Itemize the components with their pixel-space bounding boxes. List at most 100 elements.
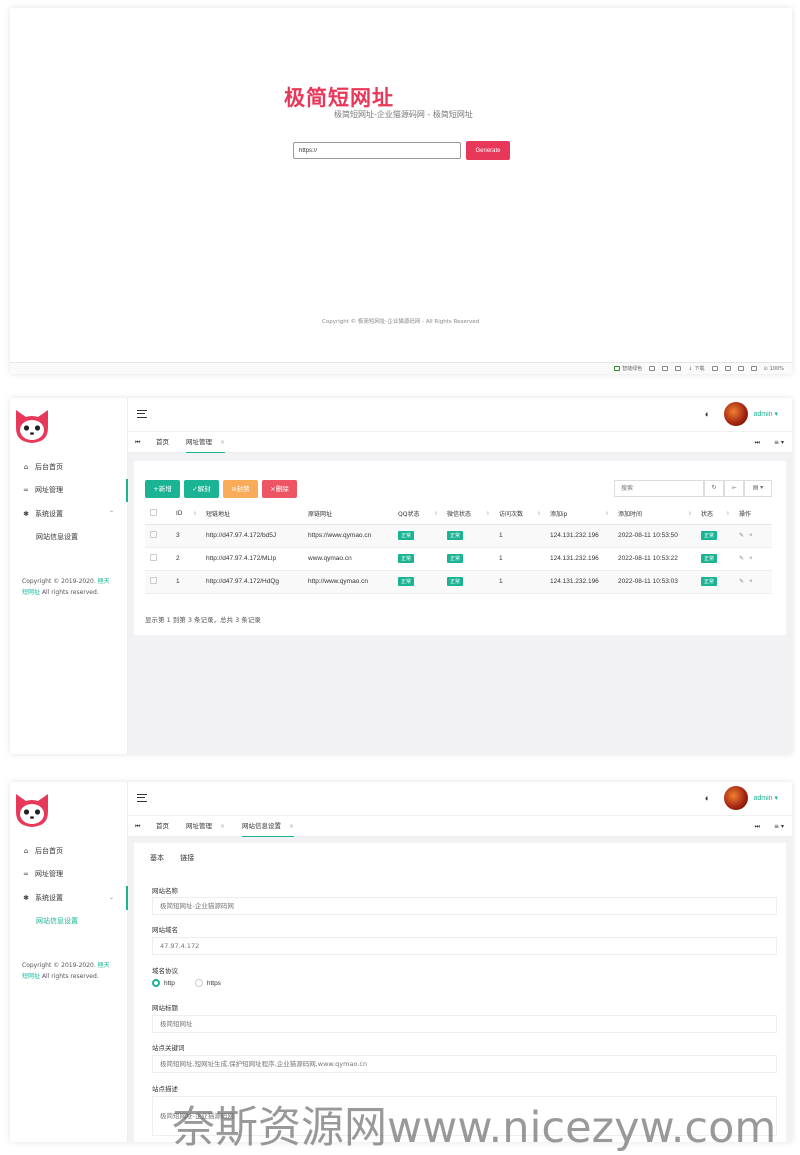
chat-icon[interactable] (662, 366, 669, 371)
edit-icon[interactable]: ✎ (739, 555, 744, 562)
col-id[interactable]: ID ⇕ (171, 504, 201, 525)
origin-link[interactable]: http://www.qymao.cn (303, 570, 393, 594)
edit-icon[interactable]: ✎ (739, 578, 744, 585)
sidebar-item-home[interactable]: ⌂ 后台首页 (10, 839, 128, 863)
copyright-link-2[interactable]: 短网址 (22, 973, 40, 980)
short-link[interactable]: http://d47.97.4.172/HdQg (201, 570, 303, 594)
columns-icon[interactable]: ▤ ▾ (744, 480, 772, 497)
sidebar-item-url-manage[interactable]: ∞ 网址管理 (10, 478, 128, 503)
site-title-field[interactable] (152, 1015, 777, 1033)
refresh-icon[interactable]: ↻ (704, 480, 724, 497)
row-checkbox[interactable] (145, 524, 171, 548)
search-input[interactable] (614, 480, 704, 497)
tab-home[interactable]: 首页 (156, 816, 169, 837)
copyright-link[interactable]: 極天 (98, 962, 110, 969)
sidebar-item-site-settings[interactable]: 网站信息设置 (10, 526, 128, 550)
sidebar-item-settings[interactable]: ✱ 系统设置 ⌃ (10, 502, 128, 526)
copyright-link[interactable]: 極天 (98, 578, 110, 585)
tab-url-manage[interactable]: 网址管理 × (186, 432, 226, 453)
palette-icon[interactable]: ◐ (705, 793, 710, 803)
short-link[interactable]: http://d47.97.4.172/bd5J (201, 524, 303, 548)
admin-user-menu[interactable]: admin ▾ (753, 794, 778, 802)
radio-http[interactable] (152, 979, 160, 987)
landing-copyright: Copyright © 极简短网址-企业猫源码网 - All Rights Re… (322, 319, 480, 325)
site-name-label: 网站名称 (152, 887, 178, 895)
description-label: 站点描述 (152, 1085, 178, 1093)
sidebar-item-home[interactable]: ⌂ 后台首页 (10, 455, 128, 479)
origin-link[interactable]: www.qymao.cn (303, 547, 393, 571)
avatar[interactable] (724, 786, 748, 810)
gear-icon: ✱ (23, 893, 29, 902)
col-ip[interactable]: 添加ip ⇕ (545, 504, 613, 525)
col-visits[interactable]: 访问次数 ⇕ (494, 504, 545, 525)
edit-icon[interactable]: ✎ (739, 532, 744, 539)
col-qq[interactable]: QQ状态 ⇕ (393, 504, 442, 525)
statusbar-smart-green[interactable]: 智能绿色 (614, 365, 642, 372)
copyright-link-2[interactable]: 短网址 (22, 589, 40, 596)
unban-button[interactable]: ✓解封 (184, 480, 219, 498)
tools-icon[interactable] (675, 366, 682, 371)
domain-field[interactable] (152, 937, 777, 955)
short-link[interactable]: http://d47.97.4.172/MLlp (201, 547, 303, 571)
tab-menu-icon[interactable]: ≡ ▾ (774, 816, 784, 837)
toggle-view-icon[interactable]: ⟜ (724, 480, 744, 497)
status-badge: 正常 (398, 577, 415, 586)
tab-next-icon[interactable]: ⏭ (755, 432, 760, 453)
lock-icon[interactable] (724, 366, 731, 371)
sidebar-nav: ⌂ 后台首页 ∞ 网址管理 ✱ 系统设置 ⌄ 网站信息设置 (10, 839, 128, 933)
table-row[interactable]: 2 http://d47.97.4.172/MLlp www.qymao.cn … (145, 547, 772, 571)
watermark: 奈斯资源网www.nicezyw.com (172, 1103, 777, 1153)
sidebar-item-url-manage[interactable]: ∞ 网址管理 (10, 863, 128, 887)
tab-prev-icon[interactable]: ⏮ (135, 816, 140, 837)
ban-button[interactable]: ⊘封禁 (223, 480, 258, 498)
avatar[interactable] (724, 402, 748, 426)
radio-https[interactable] (194, 979, 203, 987)
tab-site-settings[interactable]: 网站信息设置 × (242, 816, 295, 837)
status-badge: 正常 (701, 554, 718, 563)
delete-icon[interactable]: × (749, 533, 753, 539)
palette-icon[interactable]: ◐ (705, 409, 710, 419)
add-button[interactable]: +新增 (145, 480, 180, 498)
col-wx[interactable]: 微信状态 ⇕ (442, 504, 494, 525)
generate-button[interactable]: Generate (466, 141, 510, 160)
form-tabs: 基本 链接 (150, 853, 208, 863)
form-tab-links[interactable]: 链接 (180, 853, 194, 863)
pagination-info: 显示第 1 到第 3 条记录，总共 3 条记录 (145, 616, 261, 624)
table-row[interactable]: 3 http://d47.97.4.172/bd5J https://www.q… (145, 524, 772, 548)
statusbar-zoom[interactable]: ⊙ 100% (764, 366, 785, 372)
statusbar-download[interactable]: ↓ 下载 (688, 365, 704, 373)
delete-icon[interactable]: × (749, 556, 753, 562)
menu-toggle-icon[interactable] (137, 794, 147, 802)
delete-button[interactable]: ×删除 (262, 480, 297, 498)
cat-logo-icon (16, 410, 48, 443)
menu-toggle-icon[interactable] (137, 410, 147, 418)
form-tab-basic[interactable]: 基本 (150, 853, 164, 863)
sidebar-item-site-settings[interactable]: 网站信息设置 (10, 910, 128, 934)
url-input[interactable] (293, 142, 461, 159)
table-row[interactable]: 1 http://d47.97.4.172/HdQg http://www.qy… (145, 570, 772, 594)
sidebar: ⌂ 后台首页 ∞ 网址管理 ✱ 系统设置 ⌃ 网站信息设置 Copyright © 20… (10, 398, 128, 754)
tab-menu-icon[interactable]: ≡ ▾ (774, 432, 784, 453)
sound-icon[interactable] (750, 366, 757, 371)
row-checkbox[interactable] (145, 547, 171, 571)
origin-link[interactable]: https://www.qymao.cn (303, 524, 393, 548)
tab-home[interactable]: 首页 (156, 432, 169, 453)
delete-icon[interactable]: × (749, 579, 753, 585)
col-time[interactable]: 添加时间 ⇕ (613, 504, 696, 525)
site-name-field[interactable] (152, 897, 777, 915)
row-checkbox[interactable] (145, 570, 171, 594)
sidebar-copyright: Copyright © 2019-2020. 極天 短网址 All rights… (22, 962, 110, 980)
col-status[interactable]: 状态 ⇕ (696, 504, 734, 525)
tab-next-icon[interactable]: ⏭ (755, 816, 760, 837)
keywords-field[interactable] (152, 1055, 777, 1073)
speed-icon[interactable] (711, 366, 718, 371)
select-all-checkbox[interactable] (145, 504, 171, 525)
tab-prev-icon[interactable]: ⏮ (135, 432, 140, 453)
zoom-icon: ⊙ (763, 365, 768, 372)
admin-user-menu[interactable]: admin ▾ (753, 410, 778, 418)
tab-url-manage[interactable]: 网址管理 × (186, 816, 225, 837)
sidebar-item-settings[interactable]: ✱ 系统设置 ⌄ (10, 886, 128, 910)
window-icon[interactable] (737, 366, 744, 371)
keywords-label: 站点关键词 (152, 1044, 185, 1052)
screenshot-icon[interactable] (649, 366, 656, 371)
